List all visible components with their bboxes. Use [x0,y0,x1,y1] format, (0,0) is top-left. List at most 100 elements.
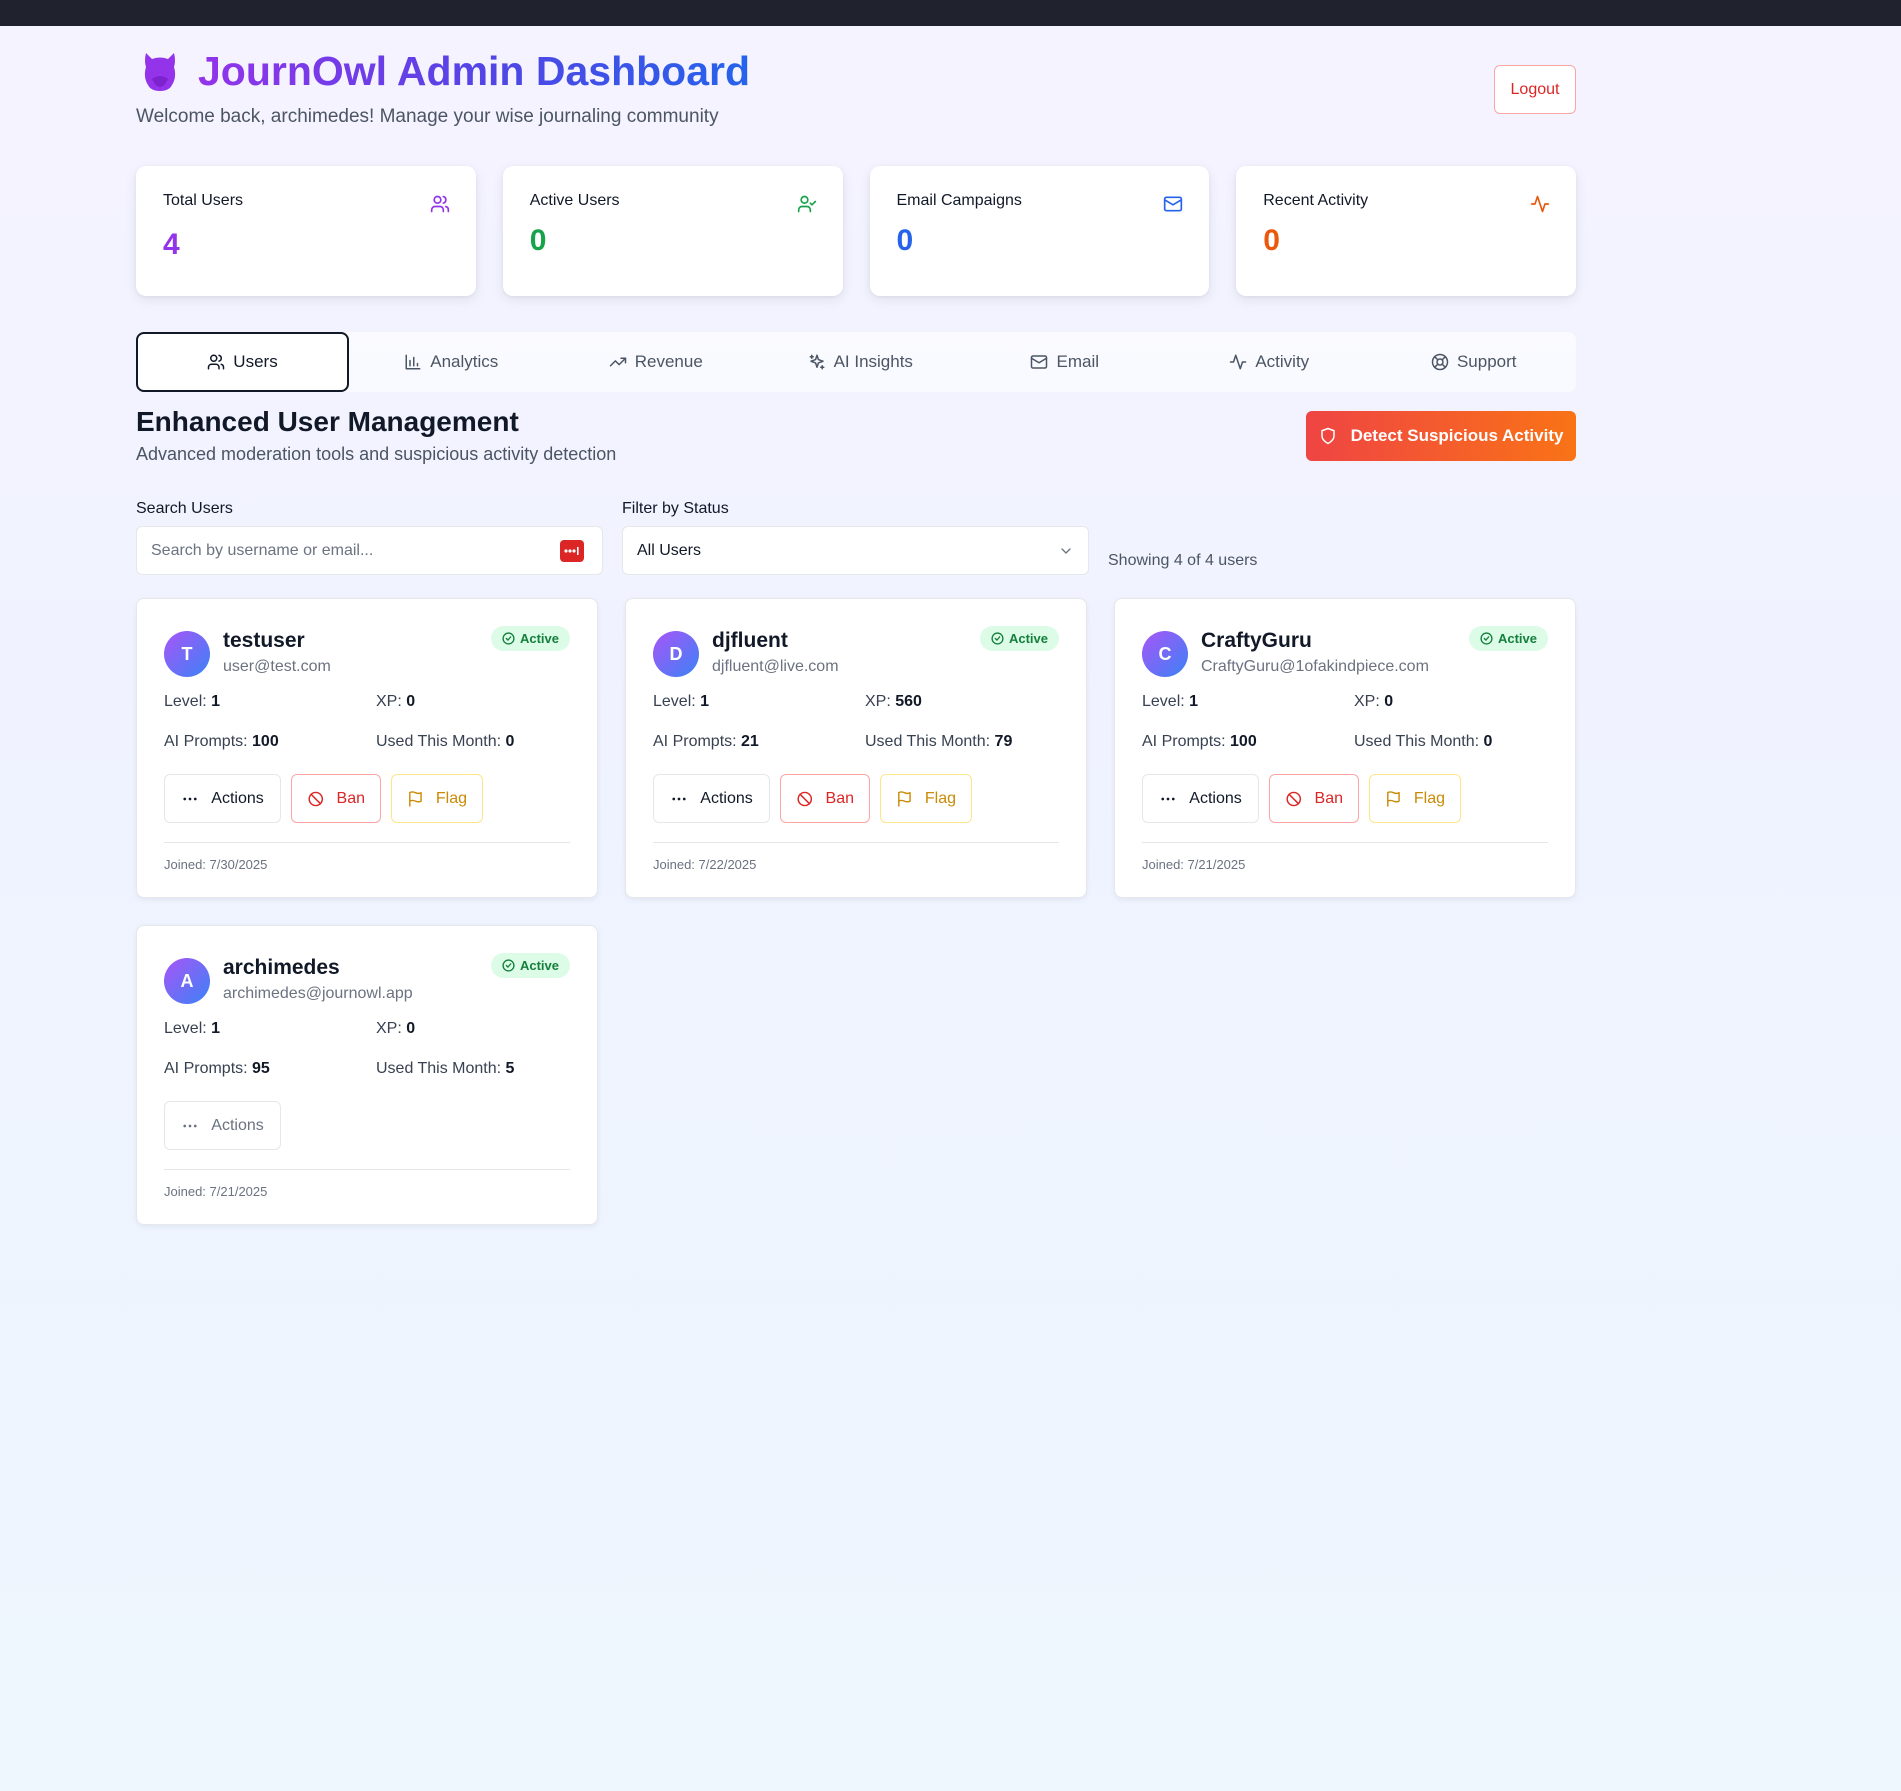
flag-label: Flag [924,789,956,807]
filters-row: Search Users Filter by Status All Users … [136,500,1576,575]
users-icon [208,354,225,370]
status-badge: Active [1468,626,1548,651]
detect-label: Detect Suspicious Activity [1350,426,1564,445]
user-name: testuser [223,629,305,652]
mail-icon [1031,355,1048,369]
actions-button[interactable]: Actions [653,774,770,823]
stat-label: Total Users [163,192,244,209]
xp-stat: XP: 0 [376,1020,415,1038]
status-label: Filter by Status [622,500,729,517]
card-divider [1142,842,1548,843]
card-actions: Actions Ban Flag [164,774,483,823]
page-subtitle: Welcome back, archimedes! Manage your wi… [136,106,719,127]
stat-card-total-users: Total Users 4 [136,166,476,296]
actions-label: Actions [1189,789,1242,807]
users-icon [430,195,449,213]
card-actions: Actions Ban Flag [1142,774,1461,823]
sparkles-icon [809,354,825,370]
tab-analytics[interactable]: Analytics [349,332,554,392]
search-label: Search Users [136,500,233,517]
status-badge: Active [490,953,570,978]
logout-button[interactable]: Logout [1494,65,1576,114]
ai-prompts-value: 21 [741,733,759,750]
user-name: archimedes [223,956,340,979]
ban-button[interactable]: Ban [1269,774,1359,823]
status-text: Active [1008,631,1048,646]
user-card: T testuser user@test.com Active Level: 1… [136,598,598,898]
actions-button[interactable]: Actions [164,1101,281,1150]
level-label: Level: [1142,693,1185,710]
bar-chart-icon [405,354,421,370]
joined-date: Joined: 7/30/2025 [164,857,268,872]
level-value: 1 [700,693,710,710]
check-circle-icon [1480,632,1493,645]
card-divider [653,842,1059,843]
avatar: C [1142,631,1188,677]
tab-activity[interactable]: Activity [1167,332,1372,392]
status-text: Active [1497,631,1537,646]
xp-label: XP: [865,693,891,710]
actions-button[interactable]: Actions [1142,774,1259,823]
ban-label: Ban [336,789,365,807]
tab-label: Users [233,352,278,371]
ban-button[interactable]: Ban [291,774,381,823]
actions-label: Actions [211,1116,264,1134]
used-month-value: 79 [994,733,1013,750]
flag-button[interactable]: Flag [391,774,483,823]
flag-button[interactable]: Flag [1369,774,1461,823]
xp-value: 560 [895,693,922,710]
joined-date: Joined: 7/22/2025 [653,857,757,872]
card-actions: Actions [164,1101,281,1150]
status-text: Active [519,631,559,646]
page-title: JournOwl Admin Dashboard [198,48,751,94]
search-input[interactable] [151,541,531,560]
tab-label: AI Insights [833,352,913,371]
flag-icon [898,790,911,807]
level-stat: Level: 1 [164,1020,220,1038]
flag-button[interactable]: Flag [880,774,972,823]
tab-revenue[interactable]: Revenue [554,332,759,392]
tab-label: Revenue [634,352,703,371]
ban-button[interactable]: Ban [780,774,870,823]
actions-button[interactable]: Actions [164,774,281,823]
title-row: JournOwl Admin Dashboard [136,46,750,96]
user-email: CraftyGuru@1ofakindpiece.com [1201,658,1429,675]
user-card: D djfluent djfluent@live.com Active Leve… [625,598,1087,898]
ai-prompts-stat: AI Prompts: 21 [653,733,759,751]
stats-row: Total Users 4 Active Users 0 Email Campa… [136,166,1576,296]
stat-label: Recent Activity [1263,192,1369,209]
more-horizontal-icon [1161,797,1175,800]
level-value: 1 [211,1020,221,1037]
more-horizontal-icon [183,797,197,800]
stat-card-email-campaigns: Email Campaigns 0 [869,166,1210,296]
tab-label: Analytics [430,352,499,371]
flag-label: Flag [435,789,467,807]
card-divider [164,842,570,843]
ai-prompts-stat: AI Prompts: 100 [1142,733,1257,751]
more-horizontal-icon [183,1124,197,1127]
level-value: 1 [1189,693,1199,710]
detect-suspicious-activity-button[interactable]: Detect Suspicious Activity [1306,411,1576,461]
level-stat: Level: 1 [653,693,709,711]
status-select[interactable]: All Users [622,526,1089,575]
password-manager-icon[interactable] [560,540,584,562]
tab-ai-insights[interactable]: AI Insights [758,332,963,392]
xp-value: 0 [406,1020,416,1037]
used-month-label: Used This Month: [376,733,502,750]
tab-users[interactable]: Users [136,332,349,392]
header: JournOwl Admin Dashboard Welcome back, a… [136,26,1576,166]
tab-support[interactable]: Support [1372,332,1577,392]
ai-prompts-value: 100 [252,733,279,750]
chevron-down-icon [1061,547,1071,554]
used-month-value: 5 [505,1060,515,1077]
tab-email[interactable]: Email [963,332,1168,392]
level-label: Level: [164,1020,207,1037]
level-stat: Level: 1 [164,693,220,711]
card-actions: Actions Ban Flag [653,774,972,823]
avatar: A [164,958,210,1004]
activity-icon [1530,195,1550,213]
used-month-label: Used This Month: [1354,733,1480,750]
user-name: CraftyGuru [1201,629,1312,652]
check-circle-icon [502,959,515,972]
stat-value: 0 [896,224,914,257]
